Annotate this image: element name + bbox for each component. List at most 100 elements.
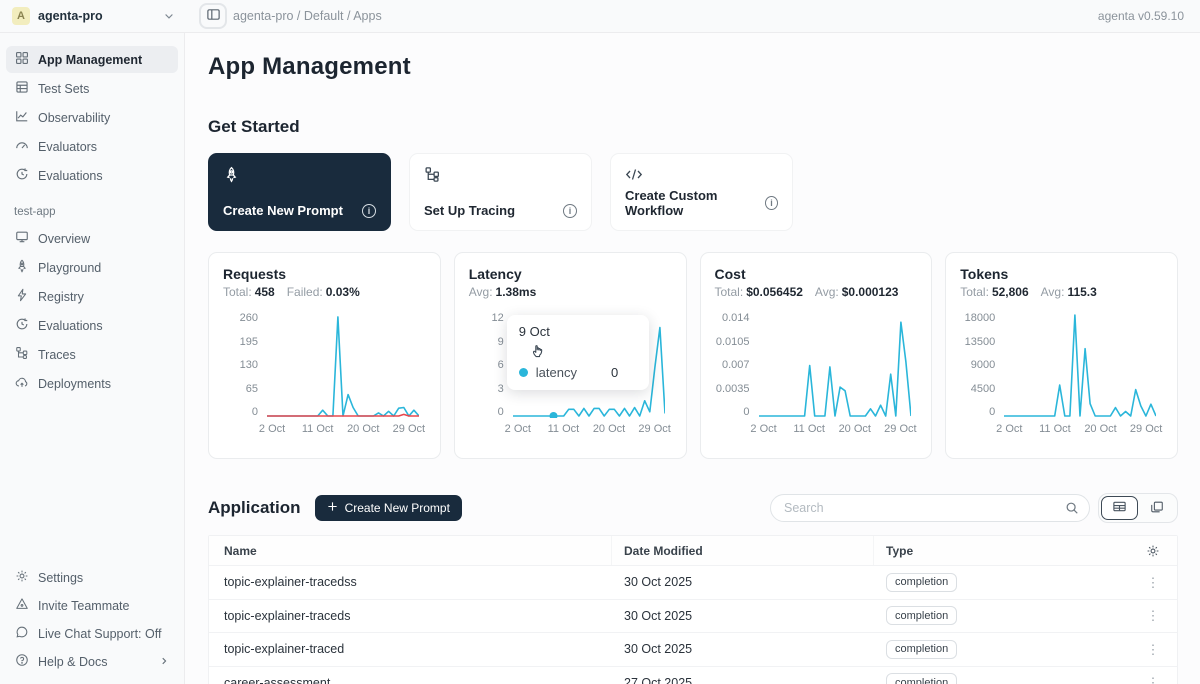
table-row[interactable]: topic-explainer-traceds 30 Oct 2025 comp… [209,599,1177,633]
workspace-avatar: A [12,7,30,25]
table-view-button[interactable] [1101,496,1138,520]
sidebar-item-label: Test Sets [38,82,89,96]
breadcrumb[interactable]: agenta-pro / Default / Apps [233,9,382,23]
help-icon [15,653,29,670]
sidebar-item-playground[interactable]: Playground [6,254,178,281]
sidebar-item-label: Playground [38,261,101,275]
table-settings-gear-icon[interactable] [1146,544,1160,558]
x-axis-labels: 2 Oct11 Oct20 Oct29 Oct [759,423,911,437]
row-menu-icon[interactable]: ⋮ [1147,609,1160,622]
sidebar-item-deployments[interactable]: Deployments [6,370,178,397]
x-axis-labels: 2 Oct11 Oct20 Oct29 Oct [513,423,665,437]
create-new-prompt-button[interactable]: Create New Prompt [315,495,462,521]
sidebar-item-live-chat-support[interactable]: Live Chat Support: Off [6,620,178,647]
rocket-icon [15,259,29,276]
info-icon[interactable]: i [765,196,778,210]
create-new-prompt-card[interactable]: Create New Prompt i [208,153,391,231]
app-date-modified: 30 Oct 2025 [611,600,873,633]
info-icon[interactable]: i [362,204,376,218]
sidebar-item-label: Overview [38,232,90,246]
app-date-modified: 30 Oct 2025 [611,566,873,599]
rocket-icon [223,166,376,186]
sidebar-item-label: Help & Docs [38,655,150,669]
card-label: Create New Prompt [223,203,343,218]
sidebar-item-evaluators[interactable]: Evaluators [6,133,178,160]
column-header-date-modified: Date Modified [611,536,873,565]
sidebar-item-observability[interactable]: Observability [6,104,178,131]
sidebar-item-settings[interactable]: Settings [6,564,178,591]
code-icon [625,166,778,186]
workspace-switcher[interactable]: A agenta-pro [0,0,185,32]
y-axis-labels: 260195130650 [223,312,267,418]
cost-card: Cost Total:$0.056452 Avg:$0.000123 0.014… [700,252,933,459]
lightning-icon [15,288,29,305]
sidebar-item-evaluations[interactable]: Evaluations [6,162,178,189]
table-row[interactable]: career-assessment 27 Oct 2025 completion… [209,666,1177,684]
sidebar-item-help-docs[interactable]: Help & Docs [6,648,178,675]
sidebar-layout-icon [206,7,221,25]
y-axis-labels: 1800013500900045000 [960,312,1004,418]
row-menu-icon[interactable]: ⋮ [1147,576,1160,589]
table-view-icon [1112,499,1127,517]
sidebar-item-label: Registry [38,290,84,304]
search-input[interactable] [784,501,1065,515]
sidebar-item-label: Evaluators [38,140,97,154]
chevron-right-icon [159,655,169,669]
evaluations-icon [15,317,29,334]
sidebar-item-label: Settings [38,571,83,585]
sidebar-item-app-management[interactable]: App Management [6,46,178,73]
app-name: career-assessment [209,676,611,684]
column-header-type: Type [873,536,1129,565]
card-view-button[interactable] [1138,496,1175,520]
sidebar-collapse-button[interactable] [199,3,227,29]
get-started-title: Get Started [208,117,1178,137]
type-badge: completion [886,640,957,659]
search-icon[interactable] [1065,501,1079,515]
view-toggle [1098,493,1178,523]
sidebar-item-traces[interactable]: Traces [6,341,178,368]
sidebar-item-label: Live Chat Support: Off [38,627,161,641]
row-menu-icon[interactable]: ⋮ [1147,676,1160,684]
set-up-tracing-card[interactable]: Set Up Tracing i [409,153,592,231]
get-started-cards: Create New Prompt i Set Up Tracing i Cre… [208,153,1178,231]
sidebar-item-label: Evaluations [38,169,103,183]
sidebar-item-label: Invite Teammate [38,599,129,613]
row-menu-icon[interactable]: ⋮ [1147,643,1160,656]
sidebar-item-registry[interactable]: Registry [6,283,178,310]
info-icon[interactable]: i [563,204,577,218]
application-header: Application Create New Prompt [208,493,1178,523]
chat-icon [15,625,29,642]
app-name: topic-explainer-traced [209,642,611,656]
metric-stats: Total:$0.056452 Avg:$0.000123 [715,285,918,299]
card-label: Create Custom Workflow [625,188,765,218]
observability-icon [15,109,29,126]
table-row[interactable]: topic-explainer-traced 30 Oct 2025 compl… [209,632,1177,666]
metric-stats: Total:52,806 Avg:115.3 [960,285,1163,299]
monitor-icon [15,230,29,247]
search-box [770,494,1090,522]
card-label: Set Up Tracing [424,203,515,218]
sidebar-item-label: Traces [38,348,76,362]
metric-title: Requests [223,266,426,282]
application-title: Application [208,498,301,518]
table-row[interactable]: topic-explainer-tracedss 30 Oct 2025 com… [209,565,1177,599]
topbar: A agenta-pro agenta-pro / Default / Apps… [0,0,1200,33]
app-section-label: test-app [4,190,180,224]
sidebar-item-invite-teammate[interactable]: Invite Teammate [6,592,178,619]
app-root: A agenta-pro agenta-pro / Default / Apps… [0,0,1200,684]
sidebar-item-app-evaluations[interactable]: Evaluations [6,312,178,339]
test-sets-icon [15,80,29,97]
gear-icon [15,569,29,586]
series-dot [519,368,528,377]
create-custom-workflow-card[interactable]: Create Custom Workflow i [610,153,793,231]
traces-icon [424,166,577,186]
sidebar-item-test-sets[interactable]: Test Sets [6,75,178,102]
grid-icon [15,51,29,68]
tooltip-series-row: latency 0 [519,365,637,380]
sidebar-item-overview[interactable]: Overview [6,225,178,252]
applications-table: Name Date Modified Type topic-explainer-… [208,535,1178,684]
column-header-name: Name [209,544,611,558]
tooltip-series-label: latency [536,365,577,380]
table-header: Name Date Modified Type [209,536,1177,565]
app-name: topic-explainer-tracedss [209,575,611,589]
